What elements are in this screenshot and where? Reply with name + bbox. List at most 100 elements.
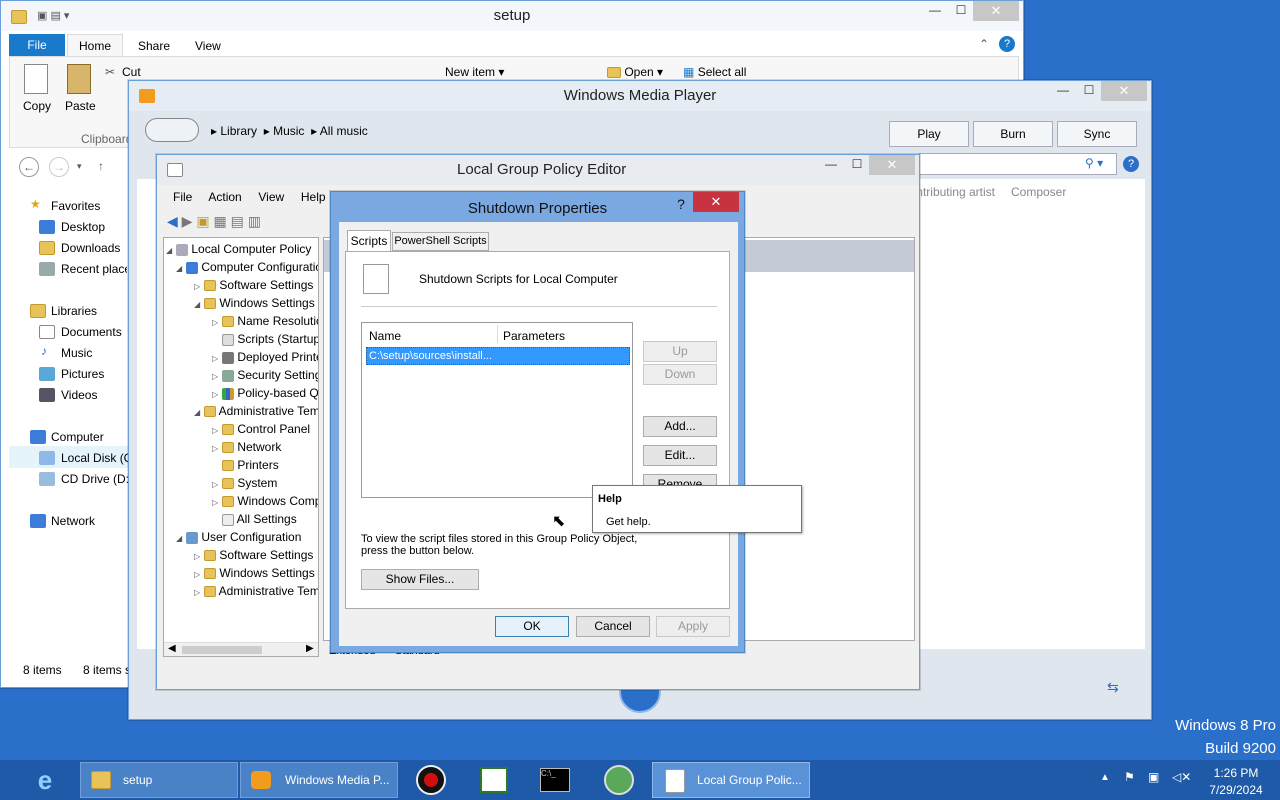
explorer-titlebar[interactable]: ▣ ▤ ▾ setup — ☐ ✕ [1, 1, 1023, 31]
breadcrumb-music[interactable]: Music [273, 124, 304, 138]
tree-network[interactable]: ▷ Network [212, 440, 281, 454]
wmp-breadcrumb[interactable]: ▸ Library ▸ Music ▸ All music [211, 124, 368, 138]
tree-control-panel[interactable]: ▷ Control Panel [212, 422, 310, 436]
ribbon-tab-share[interactable]: Share [138, 39, 170, 53]
cut-button[interactable]: Cut [122, 65, 141, 79]
tree-deployed-printers[interactable]: ▷ Deployed Printers [212, 350, 318, 364]
nav-videos[interactable]: Videos [61, 388, 97, 402]
ribbon-tab-home[interactable]: Home [67, 34, 123, 56]
new-item-button[interactable]: New item ▾ [445, 65, 504, 79]
network-tray-icon[interactable]: ▣ [1148, 770, 1159, 784]
wmp-back-forward-icon[interactable] [145, 118, 199, 142]
nav-downloads[interactable]: Downloads [61, 241, 120, 255]
tree-all-settings[interactable]: All Settings [212, 512, 297, 526]
wmp-minimize-button[interactable]: — [1049, 81, 1077, 101]
tree-system[interactable]: ▷ System [212, 476, 277, 490]
shutdown-properties-dialog[interactable]: Shutdown Properties ? ✕ Scripts PowerShe… [330, 191, 745, 653]
menu-help[interactable]: Help [301, 190, 326, 204]
nav-pictures[interactable]: Pictures [61, 367, 104, 381]
nav-recent-places[interactable]: Recent places [61, 262, 127, 276]
column-name[interactable]: Name [369, 329, 401, 343]
tree-printers[interactable]: Printers [212, 458, 279, 472]
close-button[interactable]: ✕ [973, 1, 1019, 21]
tab-sync[interactable]: Sync [1057, 121, 1137, 147]
tree-security-settings[interactable]: ▷ Security Settings [212, 368, 318, 382]
gpedit-minimize-button[interactable]: — [817, 155, 845, 175]
nav-cd-drive[interactable]: CD Drive (D:) [61, 472, 133, 486]
nav-music[interactable]: Music [61, 346, 92, 360]
taskbar-item-gpedit[interactable]: Local Group Polic... [652, 762, 810, 798]
properties-icon[interactable]: ▥ [248, 213, 261, 229]
clock-date[interactable]: 7/29/2024 [1196, 783, 1276, 797]
up-folder-icon[interactable]: ▣ [196, 213, 209, 229]
clock-time[interactable]: 1:26 PM [1196, 766, 1276, 780]
nav-documents[interactable]: Documents [61, 325, 122, 339]
list-item[interactable]: C:\setup\sources\install... [366, 347, 630, 365]
ie-icon[interactable]: e [28, 765, 62, 795]
tree-local-computer-policy[interactable]: ◢ Local Computer Policy [166, 242, 311, 256]
dialog-help-button[interactable]: ? [669, 194, 693, 214]
nav-desktop[interactable]: Desktop [61, 220, 105, 234]
recent-locations-icon[interactable]: ▾ [77, 161, 82, 172]
tree-software-settings[interactable]: ▷ Software Settings [194, 278, 313, 292]
search-icon[interactable]: ⚲ ▾ [1085, 156, 1103, 170]
gpedit-titlebar[interactable]: Local Group Policy Editor — ☐ ✕ [157, 155, 919, 185]
record-icon[interactable] [416, 765, 446, 795]
show-files-button[interactable]: Show Files... [361, 569, 479, 590]
up-button[interactable]: Up [643, 341, 717, 362]
forward-arrow-icon[interactable]: → [49, 157, 69, 177]
ribbon-tab-file[interactable]: File [9, 34, 65, 56]
ribbon-tab-view[interactable]: View [195, 39, 221, 53]
help-icon[interactable]: ? [999, 36, 1015, 52]
gpedit-tree-pane[interactable]: ◢ Local Computer Policy ◢ Computer Confi… [163, 237, 319, 657]
tree-policy-based-qos[interactable]: ▷ Policy-based QoS [212, 386, 318, 400]
wmp-close-button[interactable]: ✕ [1101, 81, 1147, 101]
nav-libraries[interactable]: Libraries [51, 304, 97, 318]
cancel-button[interactable]: Cancel [576, 616, 650, 637]
tree-scripts[interactable]: Scripts (Startup/Shutdown) [212, 332, 318, 346]
breadcrumb-library[interactable]: Library [220, 124, 257, 138]
up-arrow-icon[interactable]: ↑ [98, 159, 104, 173]
minimize-button[interactable]: — [921, 1, 949, 21]
tab-scripts[interactable]: Scripts [347, 230, 391, 252]
scroll-thumb[interactable] [182, 646, 262, 654]
scripts-list[interactable]: Name Parameters C:\setup\sources\install… [361, 322, 633, 498]
paste-button[interactable]: Paste [65, 99, 96, 113]
tree-user-administrative-templates[interactable]: ▷ Administrative Templates [194, 584, 318, 598]
column-composer[interactable]: Composer [1011, 185, 1066, 199]
tree-administrative-templates[interactable]: ◢ Administrative Templates [194, 404, 318, 418]
scroll-left-icon[interactable]: ◀ [168, 643, 176, 654]
nav-favorites[interactable]: Favorites [51, 199, 100, 213]
action-center-flag-icon[interactable]: ⚑ [1124, 770, 1135, 784]
back-arrow-icon[interactable]: ← [19, 157, 39, 177]
ok-button[interactable]: OK [495, 616, 569, 637]
select-all-button[interactable]: ▦ Select all [683, 65, 746, 79]
tree-name-resolution[interactable]: ▷ Name Resolution Policy [212, 314, 318, 328]
command-prompt-icon[interactable]: C:\_ [540, 768, 570, 792]
forward-arrow-icon[interactable]: ▶ [182, 213, 193, 229]
back-arrow-icon[interactable]: ◀ [167, 213, 178, 229]
switch-to-now-playing-icon[interactable]: ⇆ [1107, 679, 1119, 696]
menu-view[interactable]: View [258, 190, 284, 204]
wmp-help-icon[interactable]: ? [1123, 156, 1139, 172]
wmp-titlebar[interactable]: Windows Media Player — ☐ ✕ [129, 81, 1151, 111]
nav-local-disk[interactable]: Local Disk (C:) [61, 451, 129, 465]
document-app-icon[interactable] [480, 767, 508, 793]
ribbon-collapse-icon[interactable]: ⌃ [979, 37, 989, 51]
tab-play[interactable]: Play [889, 121, 969, 147]
breadcrumb-all-music[interactable]: All music [320, 124, 368, 138]
menu-file[interactable]: File [173, 190, 192, 204]
nav-computer[interactable]: Computer [51, 430, 104, 444]
open-button[interactable]: Open ▾ [607, 65, 663, 79]
show-hide-tree-icon[interactable]: ▦ [213, 213, 226, 229]
gpedit-close-button[interactable]: ✕ [869, 155, 915, 175]
tree-user-configuration[interactable]: ◢ User Configuration [176, 530, 301, 544]
taskbar-item-setup[interactable]: setup [80, 762, 238, 798]
down-button[interactable]: Down [643, 364, 717, 385]
volume-muted-icon[interactable]: ◁✕ [1172, 770, 1191, 784]
wmp-maximize-button[interactable]: ☐ [1075, 81, 1103, 101]
maximize-button[interactable]: ☐ [947, 1, 975, 21]
tab-burn[interactable]: Burn [973, 121, 1053, 147]
globe-icon[interactable] [604, 765, 634, 795]
tree-computer-configuration[interactable]: ◢ Computer Configuration [176, 260, 318, 274]
